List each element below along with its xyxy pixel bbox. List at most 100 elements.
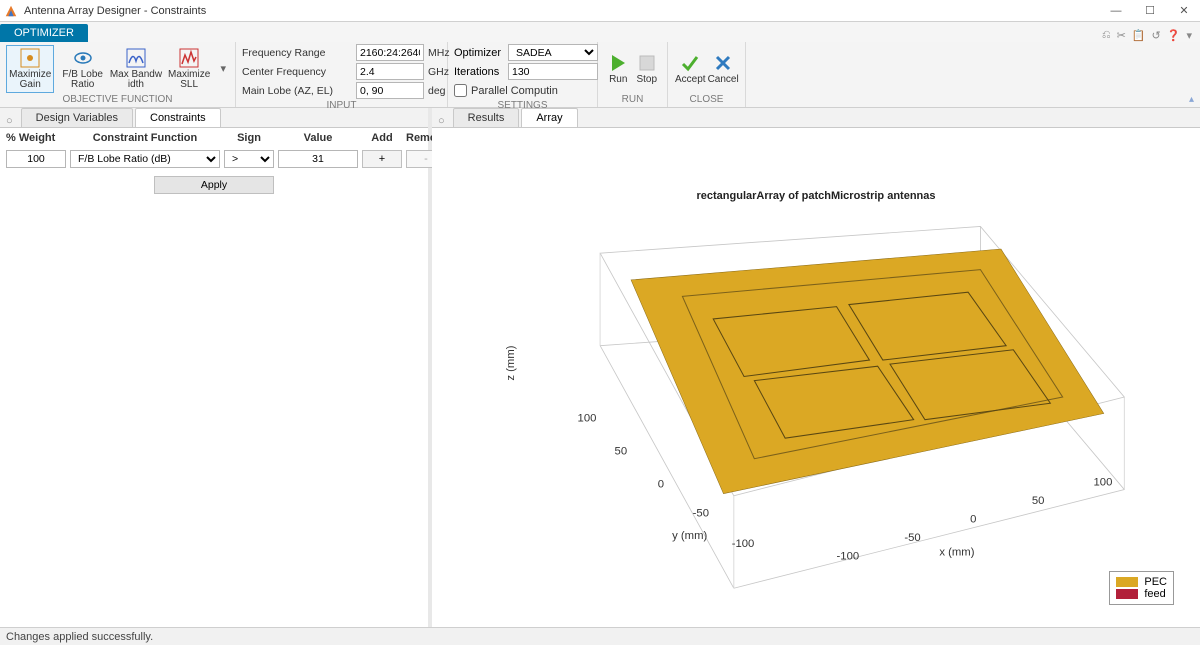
tab-design-variables[interactable]: Design Variables: [21, 108, 133, 127]
eye-icon: [72, 47, 94, 69]
objective-dropdown-arrow-icon[interactable]: ▾: [217, 62, 229, 75]
stop-icon: [636, 52, 658, 74]
window-maximize-button[interactable]: ☐: [1138, 4, 1162, 17]
z-axis-label: z (mm): [505, 345, 517, 380]
ribbon-tab-optimizer[interactable]: OPTIMIZER: [0, 24, 88, 42]
plot-area[interactable]: rectangularArray of patchMicrostrip ante…: [432, 128, 1200, 627]
fb-lobe-ratio-label: F/B Lobe Ratio: [62, 70, 103, 91]
play-icon: [607, 52, 629, 74]
input-group-label: INPUT: [236, 99, 447, 113]
legend-label-feed: feed: [1144, 588, 1165, 600]
maximize-sll-button[interactable]: Maximize SLL: [165, 45, 213, 93]
tab-constraints[interactable]: Constraints: [135, 108, 221, 127]
settings-group-label: SETTINGS: [448, 99, 597, 113]
accept-label: Accept: [675, 75, 706, 86]
sign-select[interactable]: >: [224, 150, 274, 168]
run-label: Run: [609, 75, 627, 86]
left-pane: ○ Design Variables Constraints % Weight …: [0, 108, 432, 627]
legend-label-pec: PEC: [1144, 576, 1167, 588]
iterations-label: Iterations: [454, 66, 504, 78]
check-icon: [679, 52, 701, 74]
add-constraint-button[interactable]: +: [362, 150, 402, 168]
maximize-gain-label: Maximize Gain: [9, 70, 51, 91]
qa-icon-5[interactable]: ❓: [1167, 29, 1181, 42]
constraints-header: % Weight Constraint Function Sign Value …: [0, 128, 428, 148]
svg-text:50: 50: [615, 446, 628, 458]
parallel-computing-cb-input[interactable]: [454, 82, 467, 99]
hdr-sign: Sign: [224, 132, 274, 144]
cancel-label: Cancel: [708, 75, 739, 86]
ribbon-tab-strip: OPTIMIZER ⎌ ✂ 📋 ↺ ❓ ▾: [0, 22, 1200, 42]
center-freq-label: Center Frequency: [242, 66, 352, 78]
plot-legend: PEC feed: [1109, 571, 1174, 605]
sll-icon: [178, 47, 200, 69]
window-close-button[interactable]: ✕: [1172, 4, 1196, 17]
titlebar: Antenna Array Designer - Constraints — ☐…: [0, 0, 1200, 22]
max-bandwidth-label: Max Bandw idth: [110, 70, 162, 91]
max-bandwidth-button[interactable]: Max Bandw idth: [111, 45, 161, 93]
hdr-value: Value: [278, 132, 358, 144]
hdr-weight: % Weight: [6, 132, 66, 144]
svg-text:-100: -100: [732, 538, 755, 550]
cancel-button[interactable]: Cancel: [707, 45, 740, 93]
ribbon-group-settings: Optimizer SADEA Iterations Parallel Comp…: [448, 42, 598, 107]
freq-range-label: Frequency Range: [242, 47, 352, 59]
x-icon: [712, 52, 734, 74]
accept-button[interactable]: Accept: [674, 45, 707, 93]
svg-text:100: 100: [1094, 476, 1113, 488]
svg-text:50: 50: [1032, 495, 1045, 507]
stop-label: Stop: [636, 75, 657, 86]
optimizer-label: Optimizer: [454, 47, 504, 59]
weight-input[interactable]: [6, 150, 66, 168]
svg-text:0: 0: [658, 479, 664, 491]
main-lobe-label: Main Lobe (AZ, EL): [242, 85, 352, 97]
parallel-computing-label: Parallel Computin: [471, 85, 558, 97]
fb-lobe-ratio-button[interactable]: F/B Lobe Ratio: [58, 45, 106, 93]
optimizer-select[interactable]: SADEA: [508, 44, 598, 61]
ground-plane: [631, 249, 1104, 494]
plot-canvas[interactable]: z (mm) y (mm) x (mm) 100 50 0 -50 -100 -…: [446, 204, 1186, 623]
left-tabs-close-icon[interactable]: ○: [2, 115, 17, 127]
qa-icon-1[interactable]: ⎌: [1102, 29, 1111, 42]
constraint-row: F/B Lobe Ratio (dB) > + -: [0, 148, 428, 170]
maximize-sll-label: Maximize SLL: [168, 70, 210, 91]
quick-access-icons: ⎌ ✂ 📋 ↺ ❓ ▾: [1102, 29, 1200, 42]
legend-swatch-pec: [1116, 577, 1138, 587]
qa-icon-3[interactable]: 📋: [1132, 29, 1146, 42]
constraint-function-select[interactable]: F/B Lobe Ratio (dB): [70, 150, 220, 168]
run-group-label: RUN: [598, 93, 667, 107]
value-input[interactable]: [278, 150, 358, 168]
iterations-input[interactable]: [508, 63, 598, 80]
legend-swatch-feed: [1116, 589, 1138, 599]
ribbon-group-run: Run Stop RUN: [598, 42, 668, 107]
center-freq-input[interactable]: [356, 63, 424, 80]
svg-text:-50: -50: [904, 532, 920, 544]
ribbon: Maximize Gain F/B Lobe Ratio Max Bandw i…: [0, 42, 1200, 108]
window-title: Antenna Array Designer - Constraints: [24, 5, 1104, 17]
ribbon-collapse-icon[interactable]: ▴: [1189, 94, 1194, 105]
hdr-add: Add: [362, 132, 402, 144]
right-tabs-close-icon[interactable]: ○: [434, 115, 449, 127]
freq-range-input[interactable]: [356, 44, 424, 61]
close-group-label: CLOSE: [668, 93, 745, 107]
main-content: ○ Design Variables Constraints % Weight …: [0, 108, 1200, 627]
parallel-computing-checkbox[interactable]: Parallel Computin: [454, 82, 598, 99]
stop-button[interactable]: Stop: [633, 45, 662, 93]
app-icon: [4, 4, 18, 18]
qa-icon-2[interactable]: ✂: [1117, 29, 1126, 42]
status-message: Changes applied successfully.: [6, 631, 153, 643]
run-button[interactable]: Run: [604, 45, 633, 93]
svg-text:0: 0: [970, 513, 976, 525]
window-minimize-button[interactable]: —: [1104, 5, 1128, 17]
qa-icon-6[interactable]: ▾: [1186, 29, 1192, 42]
array-3d-view[interactable]: z (mm) y (mm) x (mm) 100 50 0 -50 -100 -…: [446, 204, 1186, 623]
svg-text:100: 100: [578, 413, 597, 425]
plot-title: rectangularArray of patchMicrostrip ante…: [446, 190, 1186, 202]
objective-group-label: OBJECTIVE FUNCTION: [0, 93, 235, 107]
bandwidth-icon: [125, 47, 147, 69]
main-lobe-input[interactable]: [356, 82, 424, 99]
apply-button[interactable]: Apply: [154, 176, 274, 194]
maximize-gain-button[interactable]: Maximize Gain: [6, 45, 54, 93]
right-pane: ○ Results Array rectangularArray of patc…: [432, 108, 1200, 627]
qa-icon-4[interactable]: ↺: [1152, 29, 1161, 42]
